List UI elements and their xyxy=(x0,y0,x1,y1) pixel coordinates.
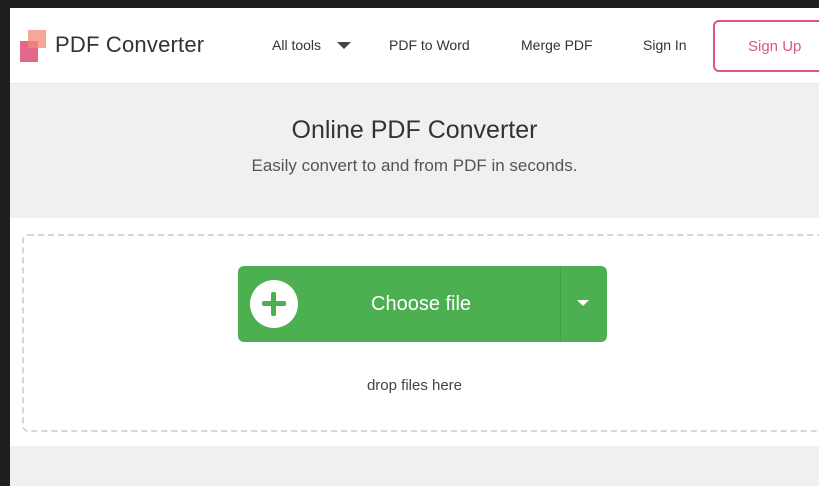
choose-file-button[interactable]: Choose file xyxy=(238,266,607,342)
page-subtitle: Easily convert to and from PDF in second… xyxy=(251,156,578,175)
top-header: PDF Converter All tools PDF to Word Merg… xyxy=(10,8,819,84)
page: PDF Converter All tools PDF to Word Merg… xyxy=(10,8,819,486)
nav-merge-pdf[interactable]: Merge PDF xyxy=(521,37,593,53)
nav-sign-in[interactable]: Sign In xyxy=(643,37,687,53)
chevron-down-icon[interactable] xyxy=(337,42,351,49)
plus-icon xyxy=(250,280,298,328)
sign-up-label: Sign Up xyxy=(748,38,802,55)
nav-all-tools[interactable]: All tools xyxy=(272,37,321,53)
brand-name[interactable]: PDF Converter xyxy=(55,32,204,58)
caret-down-icon[interactable] xyxy=(577,300,589,306)
button-divider xyxy=(560,266,561,342)
page-title: Online PDF Converter xyxy=(291,116,538,144)
brand-logo-icon[interactable] xyxy=(18,28,48,64)
nav-pdf-to-word[interactable]: PDF to Word xyxy=(389,37,470,53)
sign-up-button[interactable]: Sign Up xyxy=(713,20,819,72)
choose-file-label: Choose file xyxy=(371,293,472,315)
drop-files-hint: drop files here xyxy=(366,377,463,394)
